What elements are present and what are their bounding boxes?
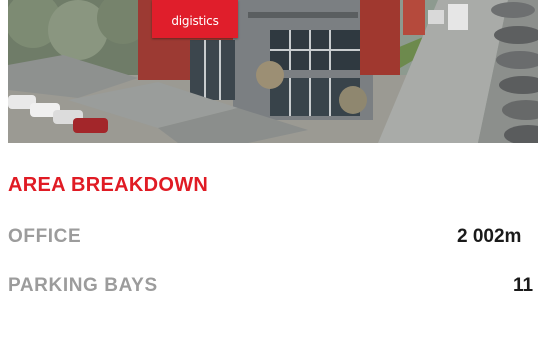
area-row-label: OFFICE [8, 226, 82, 247]
page: digistics AREA BREAKDOWN OFFICE 2 002m P… [0, 0, 538, 350]
sign-text: digistics [171, 14, 219, 28]
area-row-value: 2 002m [457, 226, 522, 247]
area-row-parking-bays: PARKING BAYS 11 [8, 275, 538, 299]
area-row-value: 11 [513, 275, 534, 296]
area-row-office: OFFICE 2 002m [8, 226, 538, 250]
area-row-label: PARKING BAYS [8, 275, 158, 296]
area-breakdown-heading: AREA BREAKDOWN [8, 174, 209, 196]
property-photo: digistics [8, 0, 538, 143]
digistics-logo-sign: digistics [152, 0, 238, 38]
